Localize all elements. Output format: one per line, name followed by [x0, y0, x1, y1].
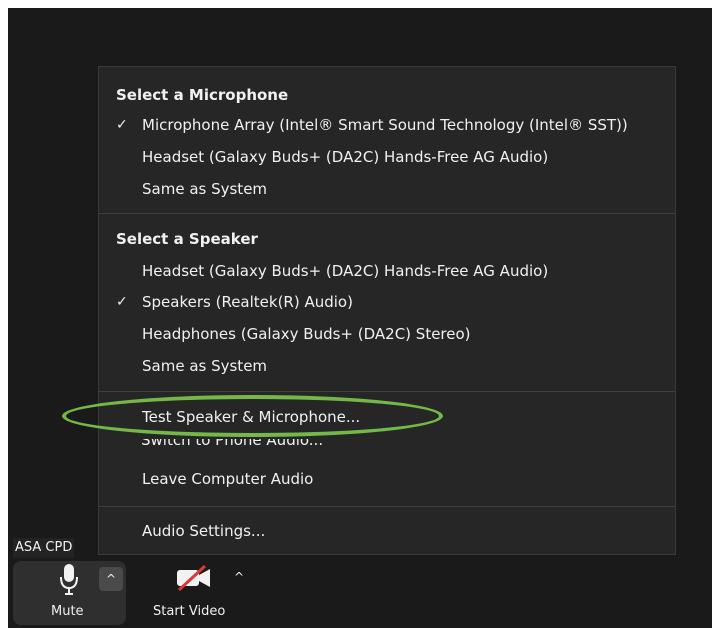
speaker-option-label: Headset (Galaxy Buds+ (DA2C) Hands-Free … — [142, 262, 549, 280]
microphone-option-same-as-system[interactable]: Same as System — [116, 176, 667, 202]
microphone-option-label: Microphone Array (Intel® Smart Sound Tec… — [142, 116, 628, 134]
audio-options-menu: Select a Microphone ✓ Microphone Array (… — [98, 66, 676, 555]
audio-settings-item[interactable]: Audio Settings... — [116, 518, 667, 544]
test-speaker-microphone-item[interactable]: Test Speaker & Microphone... — [116, 404, 667, 430]
switch-to-phone-audio-label: Switch to Phone Audio... — [141, 439, 324, 449]
participant-name-tag: ASA CPD — [13, 538, 75, 558]
speaker-option-label: Headphones (Galaxy Buds+ (DA2C) Stereo) — [142, 325, 471, 343]
speaker-option-label: Same as System — [142, 357, 268, 375]
microphone-option-array[interactable]: ✓ Microphone Array (Intel® Smart Sound T… — [116, 112, 667, 138]
switch-to-phone-audio-item[interactable]: Switch to Phone Audio... — [98, 439, 438, 456]
speaker-option-headphones[interactable]: Headphones (Galaxy Buds+ (DA2C) Stereo) — [116, 321, 667, 347]
microphone-section-title: Select a Microphone — [116, 86, 289, 104]
microphone-option-label: Headset (Galaxy Buds+ (DA2C) Hands-Free … — [142, 148, 549, 166]
audio-options-caret-button[interactable]: ^ — [99, 567, 123, 591]
caret-up-icon: ^ — [105, 572, 117, 586]
mute-label: Mute — [51, 604, 84, 619]
divider — [99, 506, 675, 507]
audio-settings-label: Audio Settings... — [142, 522, 266, 540]
microphone-option-label: Same as System — [142, 180, 268, 198]
action-label: Test Speaker & Microphone... — [142, 408, 361, 426]
speaker-option-label: Speakers (Realtek(R) Audio) — [142, 293, 353, 311]
microphone-option-headset[interactable]: Headset (Galaxy Buds+ (DA2C) Hands-Free … — [116, 144, 667, 170]
divider — [99, 213, 675, 214]
video-options-caret-button[interactable]: ^ — [232, 569, 246, 585]
speaker-section-title: Select a Speaker — [116, 230, 258, 248]
speaker-option-headset[interactable]: Headset (Galaxy Buds+ (DA2C) Hands-Free … — [116, 258, 667, 284]
action-label: Leave Computer Audio — [142, 470, 314, 488]
start-video-label: Start Video — [153, 604, 226, 619]
caret-up-icon: ^ — [233, 570, 245, 584]
checkmark-icon: ✓ — [116, 117, 128, 133]
divider — [99, 391, 675, 392]
leave-computer-audio-item[interactable]: Leave Computer Audio — [116, 466, 667, 492]
microphone-icon[interactable] — [58, 562, 80, 596]
speaker-option-speakers[interactable]: ✓ Speakers (Realtek(R) Audio) — [116, 289, 667, 315]
speaker-option-same-as-system[interactable]: Same as System — [116, 353, 667, 379]
video-off-icon[interactable] — [175, 564, 213, 592]
checkmark-icon: ✓ — [116, 294, 128, 310]
